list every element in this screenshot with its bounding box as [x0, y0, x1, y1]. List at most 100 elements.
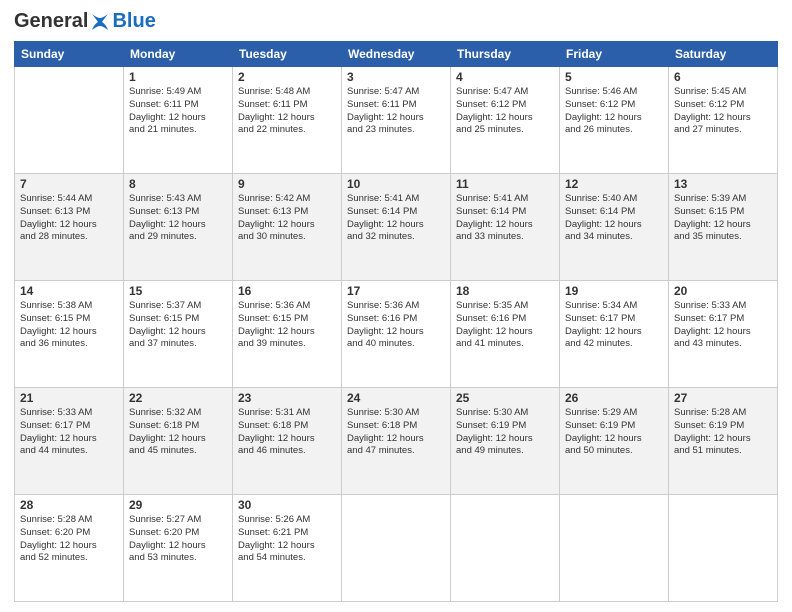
calendar-day-cell: 14 Sunrise: 5:38 AM Sunset: 6:15 PM Dayli… [15, 281, 124, 388]
day-number: 22 [129, 391, 227, 405]
day-number: 13 [674, 177, 772, 191]
day-info: Sunrise: 5:33 AM Sunset: 6:17 PM Dayligh… [674, 300, 772, 351]
day-number: 12 [565, 177, 663, 191]
calendar-header-cell: Sunday [15, 42, 124, 67]
day-info: Sunrise: 5:47 AM Sunset: 6:11 PM Dayligh… [347, 86, 445, 137]
calendar-table: SundayMondayTuesdayWednesdayThursdayFrid… [14, 41, 778, 602]
calendar-day-cell: 13 Sunrise: 5:39 AM Sunset: 6:15 PM Dayli… [669, 174, 778, 281]
day-number: 17 [347, 284, 445, 298]
day-number: 8 [129, 177, 227, 191]
calendar-day-cell: 22 Sunrise: 5:32 AM Sunset: 6:18 PM Dayli… [124, 388, 233, 495]
calendar-week-row: 21Sunrise: 5:33 AM Sunset: 6:17 PM Dayli… [15, 388, 778, 495]
day-info: Sunrise: 5:33 AM Sunset: 6:17 PM Dayligh… [20, 407, 118, 458]
calendar-day-cell: 18 Sunrise: 5:35 AM Sunset: 6:16 PM Dayli… [451, 281, 560, 388]
day-number: 4 [456, 70, 554, 84]
logo-bird-icon [89, 11, 111, 33]
calendar-day-cell: 11Sunrise: 5:41 AM Sunset: 6:14 PM Dayli… [451, 174, 560, 281]
day-number: 7 [20, 177, 118, 191]
calendar-day-cell [342, 495, 451, 602]
day-info: Sunrise: 5:46 AM Sunset: 6:12 PM Dayligh… [565, 86, 663, 137]
calendar-day-cell: 3 Sunrise: 5:47 AM Sunset: 6:11 PM Daylig… [342, 67, 451, 174]
day-info: Sunrise: 5:45 AM Sunset: 6:12 PM Dayligh… [674, 86, 772, 137]
day-number: 20 [674, 284, 772, 298]
calendar-day-cell: 2 Sunrise: 5:48 AM Sunset: 6:11 PM Daylig… [233, 67, 342, 174]
day-info: Sunrise: 5:39 AM Sunset: 6:15 PM Dayligh… [674, 193, 772, 244]
day-info: Sunrise: 5:34 AM Sunset: 6:17 PM Dayligh… [565, 300, 663, 351]
day-info: Sunrise: 5:27 AM Sunset: 6:20 PM Dayligh… [129, 514, 227, 565]
day-info: Sunrise: 5:31 AM Sunset: 6:18 PM Dayligh… [238, 407, 336, 458]
day-info: Sunrise: 5:42 AM Sunset: 6:13 PM Dayligh… [238, 193, 336, 244]
day-number: 15 [129, 284, 227, 298]
day-info: Sunrise: 5:35 AM Sunset: 6:16 PM Dayligh… [456, 300, 554, 351]
calendar-day-cell: 17 Sunrise: 5:36 AM Sunset: 6:16 PM Dayli… [342, 281, 451, 388]
day-info: Sunrise: 5:32 AM Sunset: 6:18 PM Dayligh… [129, 407, 227, 458]
calendar-week-row: 14 Sunrise: 5:38 AM Sunset: 6:15 PM Dayli… [15, 281, 778, 388]
logo: General Blue [14, 10, 156, 33]
day-number: 5 [565, 70, 663, 84]
day-number: 19 [565, 284, 663, 298]
day-number: 6 [674, 70, 772, 84]
day-number: 28 [20, 498, 118, 512]
day-info: Sunrise: 5:40 AM Sunset: 6:14 PM Dayligh… [565, 193, 663, 244]
day-number: 29 [129, 498, 227, 512]
day-number: 27 [674, 391, 772, 405]
calendar-day-cell: 30 Sunrise: 5:26 AM Sunset: 6:21 PM Dayli… [233, 495, 342, 602]
calendar-day-cell [669, 495, 778, 602]
calendar-day-cell: 27 Sunrise: 5:28 AM Sunset: 6:19 PM Dayli… [669, 388, 778, 495]
header: General Blue [14, 10, 778, 33]
day-info: Sunrise: 5:41 AM Sunset: 6:14 PM Dayligh… [347, 193, 445, 244]
calendar-day-cell: 20 Sunrise: 5:33 AM Sunset: 6:17 PM Dayli… [669, 281, 778, 388]
day-number: 18 [456, 284, 554, 298]
calendar-day-cell: 4 Sunrise: 5:47 AM Sunset: 6:12 PM Daylig… [451, 67, 560, 174]
calendar-day-cell: 24Sunrise: 5:30 AM Sunset: 6:18 PM Dayli… [342, 388, 451, 495]
day-info: Sunrise: 5:41 AM Sunset: 6:14 PM Dayligh… [456, 193, 554, 244]
day-info: Sunrise: 5:43 AM Sunset: 6:13 PM Dayligh… [129, 193, 227, 244]
calendar-day-cell: 9 Sunrise: 5:42 AM Sunset: 6:13 PM Daylig… [233, 174, 342, 281]
day-number: 25 [456, 391, 554, 405]
calendar-day-cell: 23Sunrise: 5:31 AM Sunset: 6:18 PM Dayli… [233, 388, 342, 495]
calendar-header-cell: Monday [124, 42, 233, 67]
calendar-day-cell [560, 495, 669, 602]
calendar-header-cell: Tuesday [233, 42, 342, 67]
day-number: 16 [238, 284, 336, 298]
logo-area: General Blue [14, 10, 156, 33]
calendar-day-cell: 29 Sunrise: 5:27 AM Sunset: 6:20 PM Dayli… [124, 495, 233, 602]
day-info: Sunrise: 5:28 AM Sunset: 6:20 PM Dayligh… [20, 514, 118, 565]
calendar-day-cell: 7 Sunrise: 5:44 AM Sunset: 6:13 PM Daylig… [15, 174, 124, 281]
day-info: Sunrise: 5:30 AM Sunset: 6:19 PM Dayligh… [456, 407, 554, 458]
calendar-day-cell: 21Sunrise: 5:33 AM Sunset: 6:17 PM Dayli… [15, 388, 124, 495]
calendar-day-cell [451, 495, 560, 602]
calendar-day-cell: 1 Sunrise: 5:49 AM Sunset: 6:11 PM Daylig… [124, 67, 233, 174]
day-number: 3 [347, 70, 445, 84]
calendar-day-cell: 28 Sunrise: 5:28 AM Sunset: 6:20 PM Dayli… [15, 495, 124, 602]
calendar-week-row: 28 Sunrise: 5:28 AM Sunset: 6:20 PM Dayli… [15, 495, 778, 602]
day-number: 9 [238, 177, 336, 191]
calendar-header-cell: Wednesday [342, 42, 451, 67]
calendar-day-cell: 6 Sunrise: 5:45 AM Sunset: 6:12 PM Daylig… [669, 67, 778, 174]
day-info: Sunrise: 5:30 AM Sunset: 6:18 PM Dayligh… [347, 407, 445, 458]
day-number: 30 [238, 498, 336, 512]
day-number: 14 [20, 284, 118, 298]
day-info: Sunrise: 5:44 AM Sunset: 6:13 PM Dayligh… [20, 193, 118, 244]
day-info: Sunrise: 5:36 AM Sunset: 6:15 PM Dayligh… [238, 300, 336, 351]
day-info: Sunrise: 5:47 AM Sunset: 6:12 PM Dayligh… [456, 86, 554, 137]
calendar-header-cell: Friday [560, 42, 669, 67]
page: General Blue SundayMondayTuesdayWednesda… [0, 0, 792, 612]
calendar-day-cell: 12 Sunrise: 5:40 AM Sunset: 6:14 PM Dayli… [560, 174, 669, 281]
day-number: 2 [238, 70, 336, 84]
calendar-day-cell [15, 67, 124, 174]
calendar-header-cell: Saturday [669, 42, 778, 67]
day-info: Sunrise: 5:28 AM Sunset: 6:19 PM Dayligh… [674, 407, 772, 458]
calendar-day-cell: 26Sunrise: 5:29 AM Sunset: 6:19 PM Dayli… [560, 388, 669, 495]
day-info: Sunrise: 5:37 AM Sunset: 6:15 PM Dayligh… [129, 300, 227, 351]
day-info: Sunrise: 5:38 AM Sunset: 6:15 PM Dayligh… [20, 300, 118, 351]
calendar-day-cell: 25 Sunrise: 5:30 AM Sunset: 6:19 PM Dayli… [451, 388, 560, 495]
day-info: Sunrise: 5:48 AM Sunset: 6:11 PM Dayligh… [238, 86, 336, 137]
day-info: Sunrise: 5:49 AM Sunset: 6:11 PM Dayligh… [129, 86, 227, 137]
calendar-header-cell: Thursday [451, 42, 560, 67]
day-number: 10 [347, 177, 445, 191]
day-number: 1 [129, 70, 227, 84]
day-info: Sunrise: 5:36 AM Sunset: 6:16 PM Dayligh… [347, 300, 445, 351]
calendar-day-cell: 19 Sunrise: 5:34 AM Sunset: 6:17 PM Dayli… [560, 281, 669, 388]
day-info: Sunrise: 5:26 AM Sunset: 6:21 PM Dayligh… [238, 514, 336, 565]
